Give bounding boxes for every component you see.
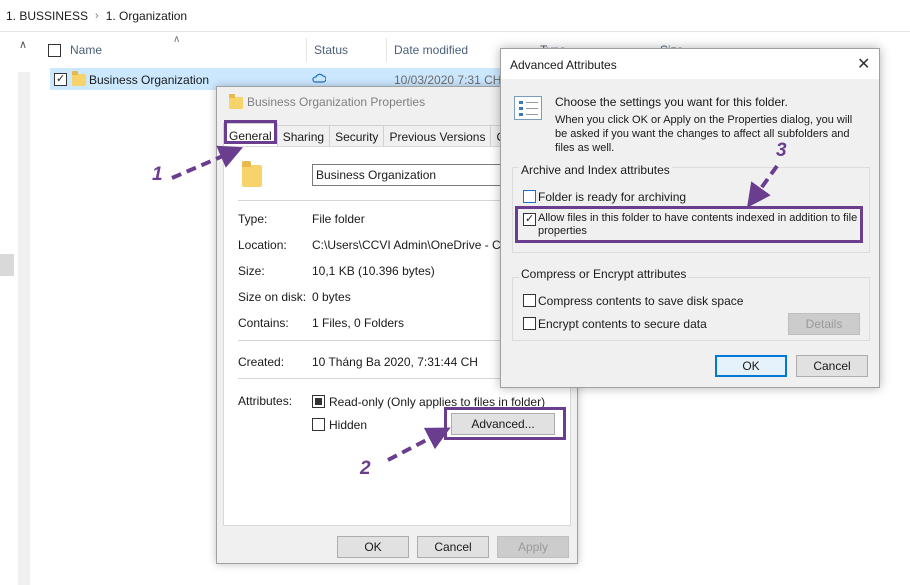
column-name[interactable]: Name: [70, 36, 102, 64]
tab-sharing[interactable]: Sharing: [276, 125, 331, 147]
row-date: 10/03/2020 7:31 CH: [394, 73, 502, 87]
contains-label: Contains:: [238, 316, 289, 330]
settings-list-icon: [514, 96, 542, 120]
sort-indicator-icon: ∧: [173, 34, 181, 45]
dialog-title: Business Organization Properties: [247, 95, 426, 109]
size-on-disk-label: Size on disk:: [238, 290, 307, 304]
intro-detail-text: When you click OK or Apply on the Proper…: [555, 114, 853, 154]
column-divider[interactable]: [306, 38, 307, 62]
cancel-button[interactable]: Cancel: [417, 536, 489, 558]
breadcrumb-item[interactable]: 1. Organization: [106, 9, 187, 23]
breadcrumb-item[interactable]: 1. BUSSINESS: [6, 9, 88, 23]
close-icon[interactable]: ✕: [857, 54, 870, 74]
step-number: 2: [360, 458, 371, 479]
size-on-disk-value: 0 bytes: [312, 290, 351, 304]
hidden-label[interactable]: Hidden: [329, 418, 367, 432]
navigation-pane: [0, 32, 32, 585]
tab-previous-versions[interactable]: Previous Versions: [383, 125, 492, 147]
size-value: 10,1 KB (10.396 bytes): [312, 264, 435, 278]
cloud-icon: [312, 73, 326, 83]
readonly-checkbox[interactable]: [312, 395, 325, 408]
chevron-up-icon[interactable]: ∧: [16, 38, 30, 52]
chevron-right-icon: ›: [95, 9, 99, 22]
tab-security[interactable]: Security: [329, 125, 385, 147]
encrypt-label[interactable]: Encrypt contents to secure data: [538, 317, 707, 331]
compress-group-label: Compress or Encrypt attributes: [519, 267, 689, 281]
intro-text: Choose the settings you want for this fo…: [555, 95, 788, 109]
archive-ready-label[interactable]: Folder is ready for archiving: [538, 190, 686, 204]
created-label: Created:: [238, 355, 285, 369]
type-label: Type:: [238, 212, 268, 226]
step-number: 3: [776, 140, 787, 161]
nav-selection[interactable]: [0, 254, 14, 276]
step-number: 1: [152, 164, 163, 185]
apply-button[interactable]: Apply: [497, 536, 569, 558]
highlight-allow-index: [515, 206, 863, 243]
row-checkbox[interactable]: [54, 73, 67, 86]
size-label: Size:: [238, 264, 265, 278]
column-date-modified[interactable]: Date modified: [394, 36, 468, 64]
scrollbar[interactable]: [18, 72, 30, 585]
column-divider[interactable]: [386, 38, 387, 62]
folder-icon: [72, 71, 86, 86]
compress-checkbox[interactable]: [523, 294, 536, 307]
details-button[interactable]: Details: [788, 313, 860, 335]
column-status[interactable]: Status: [314, 36, 348, 64]
compress-label[interactable]: Compress contents to save disk space: [538, 294, 743, 308]
highlight-general-tab: [224, 120, 277, 144]
breadcrumb: 1. BUSSINESS › 1. Organization: [0, 0, 910, 32]
hidden-checkbox[interactable]: [312, 418, 325, 431]
folder-icon: [229, 94, 243, 109]
select-all-checkbox[interactable]: [48, 44, 61, 57]
created-value: 10 Tháng Ba 2020, 7:31:44 CH: [312, 355, 478, 369]
dialog-title: Advanced Attributes: [510, 58, 617, 72]
large-folder-icon: [242, 161, 262, 187]
ok-button[interactable]: OK: [337, 536, 409, 558]
row-name[interactable]: Business Organization: [89, 73, 209, 87]
archive-ready-checkbox[interactable]: [523, 190, 536, 203]
archive-group-label: Archive and Index attributes: [519, 163, 672, 177]
type-value: File folder: [312, 212, 365, 226]
ok-button[interactable]: OK: [715, 355, 787, 377]
encrypt-checkbox[interactable]: [523, 317, 536, 330]
contains-value: 1 Files, 0 Folders: [312, 316, 405, 330]
location-label: Location:: [238, 238, 287, 252]
attributes-label: Attributes:: [238, 394, 293, 408]
highlight-advanced-button: [444, 407, 566, 440]
cancel-button[interactable]: Cancel: [796, 355, 868, 377]
